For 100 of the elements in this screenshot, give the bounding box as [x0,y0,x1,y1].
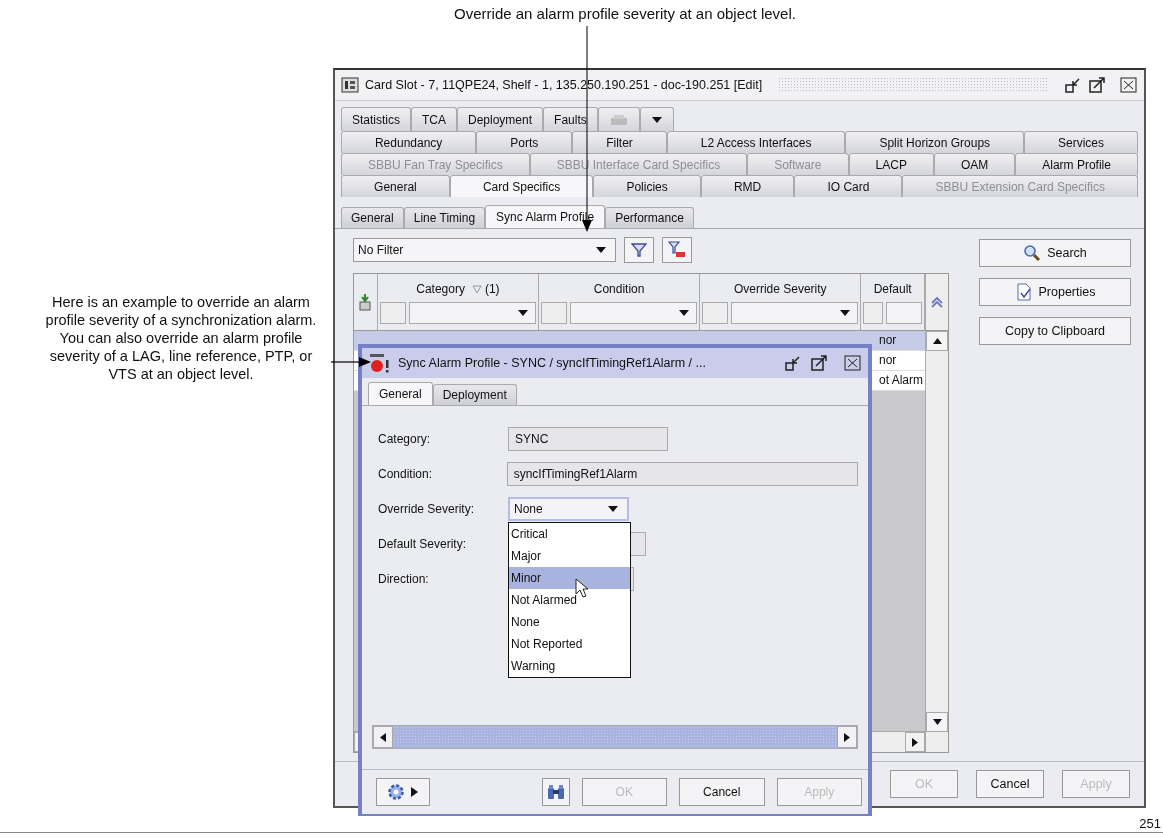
dropdown-option[interactable]: Minor [509,566,630,589]
dropdown-option[interactable]: Major [509,544,630,567]
field-label: Direction: [378,571,430,586]
scroll-right-button[interactable] [905,732,925,752]
tab[interactable]: Performance [605,207,694,228]
table-cell-text: ot Alarm [879,372,924,389]
tab[interactable]: OAM [933,153,1016,175]
clear-filter-button[interactable] [662,237,692,263]
document-icon [1014,283,1033,301]
caret-icon [678,309,691,317]
tab[interactable]: LACP [848,153,934,175]
scroll-up-button[interactable] [926,331,948,351]
tab[interactable]: TCA [411,107,457,131]
scroll-right-button[interactable] [837,726,857,748]
alarm-icon [368,353,390,373]
tab[interactable]: L2 Access Interfaces [666,131,846,153]
mouse-pointer-icon [575,577,589,598]
table-cell-text: nor [879,352,898,369]
properties-button[interactable]: Properties [979,278,1131,306]
tab[interactable]: Split Horizon Groups [845,131,1025,153]
filter-dropdown[interactable]: No Filter [353,238,616,262]
dropdown-option[interactable]: Not Reported [509,632,630,655]
tab-menu-button[interactable] [639,107,674,131]
dialog-title: Sync Alarm Profile - SYNC / syncIfTimingRef1Alarm / ... [398,356,707,370]
tab[interactable]: Alarm Profile [1015,153,1138,175]
filter-icon [631,242,647,258]
window-icon [341,77,359,93]
field-label: Override Severity: [378,501,476,516]
filter-toggle[interactable] [863,302,883,324]
severity-dropdown[interactable]: None [508,496,629,521]
tab[interactable]: Redundancy [341,131,477,153]
caret-icon [517,309,529,317]
down-arrow-icon [932,719,942,725]
export-icon[interactable] [359,293,372,311]
close-icon[interactable] [844,355,862,371]
scrollbar-thumb[interactable] [393,726,837,748]
field-label: Condition: [378,466,434,481]
collapse-icon[interactable] [930,296,944,308]
window-title: Card Slot - 7, 11QPE24, Shelf - 1, 135.250.190.251 - doc-190.251 [Edit] [365,78,763,92]
filter-toggle[interactable] [379,302,406,324]
gear-icon [387,783,406,801]
minimize-icon[interactable] [784,355,802,371]
binoculars-icon [546,784,565,800]
dropdown-option[interactable]: Warning [509,654,630,677]
callout-text: Here is an example to override an alarm profile severity of a synchronization alarm. You can also override an alarm profile severity of a LAG, line reference, PTP, or VTS at an object level. [44,293,318,383]
dropdown-option[interactable]: Critical [509,522,630,545]
column-header[interactable]: Condition [541,276,698,302]
maximize-icon[interactable] [810,355,828,371]
maximize-icon[interactable] [1088,77,1106,93]
caret-icon [411,787,419,797]
search-button[interactable]: Search [979,239,1131,267]
tab[interactable]: General [368,382,433,405]
caret-icon [607,504,619,513]
field-label: Default Severity: [378,536,468,551]
filter-toggle[interactable] [702,302,729,324]
tab[interactable]: General [341,207,404,228]
tab[interactable]: Filter [572,131,667,153]
column-header[interactable]: Default [863,276,922,302]
tools-menu-button[interactable] [376,778,430,806]
filter-toggle[interactable] [541,302,567,324]
dropdown-option[interactable]: None [509,610,630,633]
right-arrow-icon [912,737,918,747]
tab[interactable]: Ports [476,131,573,153]
tab[interactable]: Services [1024,131,1138,153]
dropdown-option[interactable]: Not Alarmed [509,588,630,611]
caret-icon [595,246,607,254]
sort-icon [471,284,482,294]
tab[interactable]: RMD [700,175,795,197]
tab[interactable]: IO Card [794,175,903,197]
text-field[interactable]: syncIfTimingRef1Alarm [506,461,858,486]
text-field[interactable]: SYNC [508,426,668,451]
tab[interactable]: Deployment [432,384,517,405]
tab[interactable]: Card Specifics [449,175,594,197]
filter-clear-icon [668,241,686,259]
cancel-button[interactable]: Cancel [976,770,1044,798]
copy-button[interactable]: Copy to Clipboard [979,317,1131,345]
tab[interactable]: Faults [543,107,598,131]
caret-icon [650,115,663,124]
tab[interactable]: Deployment [457,107,544,131]
find-button[interactable] [541,778,570,806]
tab[interactable]: Statistics [341,107,411,131]
printer-icon [608,113,629,126]
tab[interactable]: General [341,175,450,197]
table-cell-text: nor [879,332,898,349]
minimize-icon[interactable] [1064,77,1082,93]
tab[interactable]: Policies [593,175,701,197]
filter-button[interactable] [624,237,654,263]
callout-text: Override an alarm profile severity at an object level. [453,5,797,22]
tab[interactable]: Sync Alarm Profile [485,205,606,228]
figure-number: 251 [1139,816,1161,831]
scroll-left-button[interactable] [373,726,393,748]
cancel-button[interactable]: Cancel [679,778,765,806]
caret-icon [839,309,852,317]
search-icon [1023,244,1042,262]
column-header[interactable]: Override Severity [702,276,859,302]
scroll-down-button[interactable] [926,712,948,732]
column-header[interactable]: Category (1) [379,276,536,302]
tab[interactable]: Line Timing [403,207,486,228]
close-icon[interactable] [1120,77,1138,93]
up-arrow-icon [932,338,942,344]
